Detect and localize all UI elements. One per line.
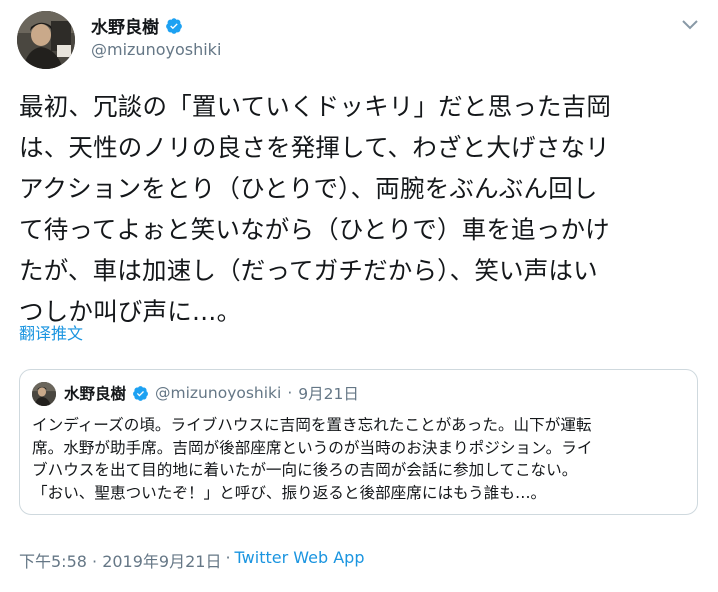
meta-separator: ·: [225, 548, 231, 567]
avatar[interactable]: [17, 11, 75, 69]
quoted-avatar: [32, 382, 56, 406]
tweet-meta: 下午5:58 · 2019年9月21日 · Twitter Web App: [19, 548, 364, 572]
tweet-card: 水野良樹 @mizunoyoshiki 最初、冗談の「置いていくドッキリ」だと思…: [0, 0, 718, 592]
quoted-handle: @mizunoyoshiki: [155, 384, 282, 402]
verified-badge-icon: [132, 385, 149, 402]
quoted-date[interactable]: 9月21日: [298, 382, 359, 404]
translate-tweet-link[interactable]: 翻译推文: [19, 320, 83, 344]
author-handle[interactable]: @mizunoyoshiki: [91, 40, 221, 59]
tweet-timestamp[interactable]: 下午5:58 · 2019年9月21日: [19, 548, 221, 572]
avatar-photo: [17, 11, 75, 69]
verified-badge-icon: [165, 17, 183, 35]
chevron-down-icon[interactable]: [680, 15, 700, 35]
quoted-text: インディーズの頃。ライブハウスに吉岡を置き忘れたことがあった。山下が運転 席。水…: [32, 416, 593, 502]
quoted-header: 水野良樹 @mizunoyoshiki · 9月21日: [64, 382, 359, 404]
quoted-tweet[interactable]: 水野良樹 @mizunoyoshiki · 9月21日 インディーズの頃。ライブ…: [19, 369, 698, 515]
tweet-source-link[interactable]: Twitter Web App: [235, 548, 365, 572]
tweet-text: 最初、冗談の「置いていくドッキリ」だと思った吉岡 は、天性のノリの良さを発揮して…: [19, 92, 612, 326]
quoted-display-name: 水野良樹: [64, 385, 127, 403]
author-name-row: 水野良樹: [91, 13, 183, 38]
author-display-name[interactable]: 水野良樹: [91, 13, 159, 38]
quoted-separator: ·: [287, 384, 293, 402]
